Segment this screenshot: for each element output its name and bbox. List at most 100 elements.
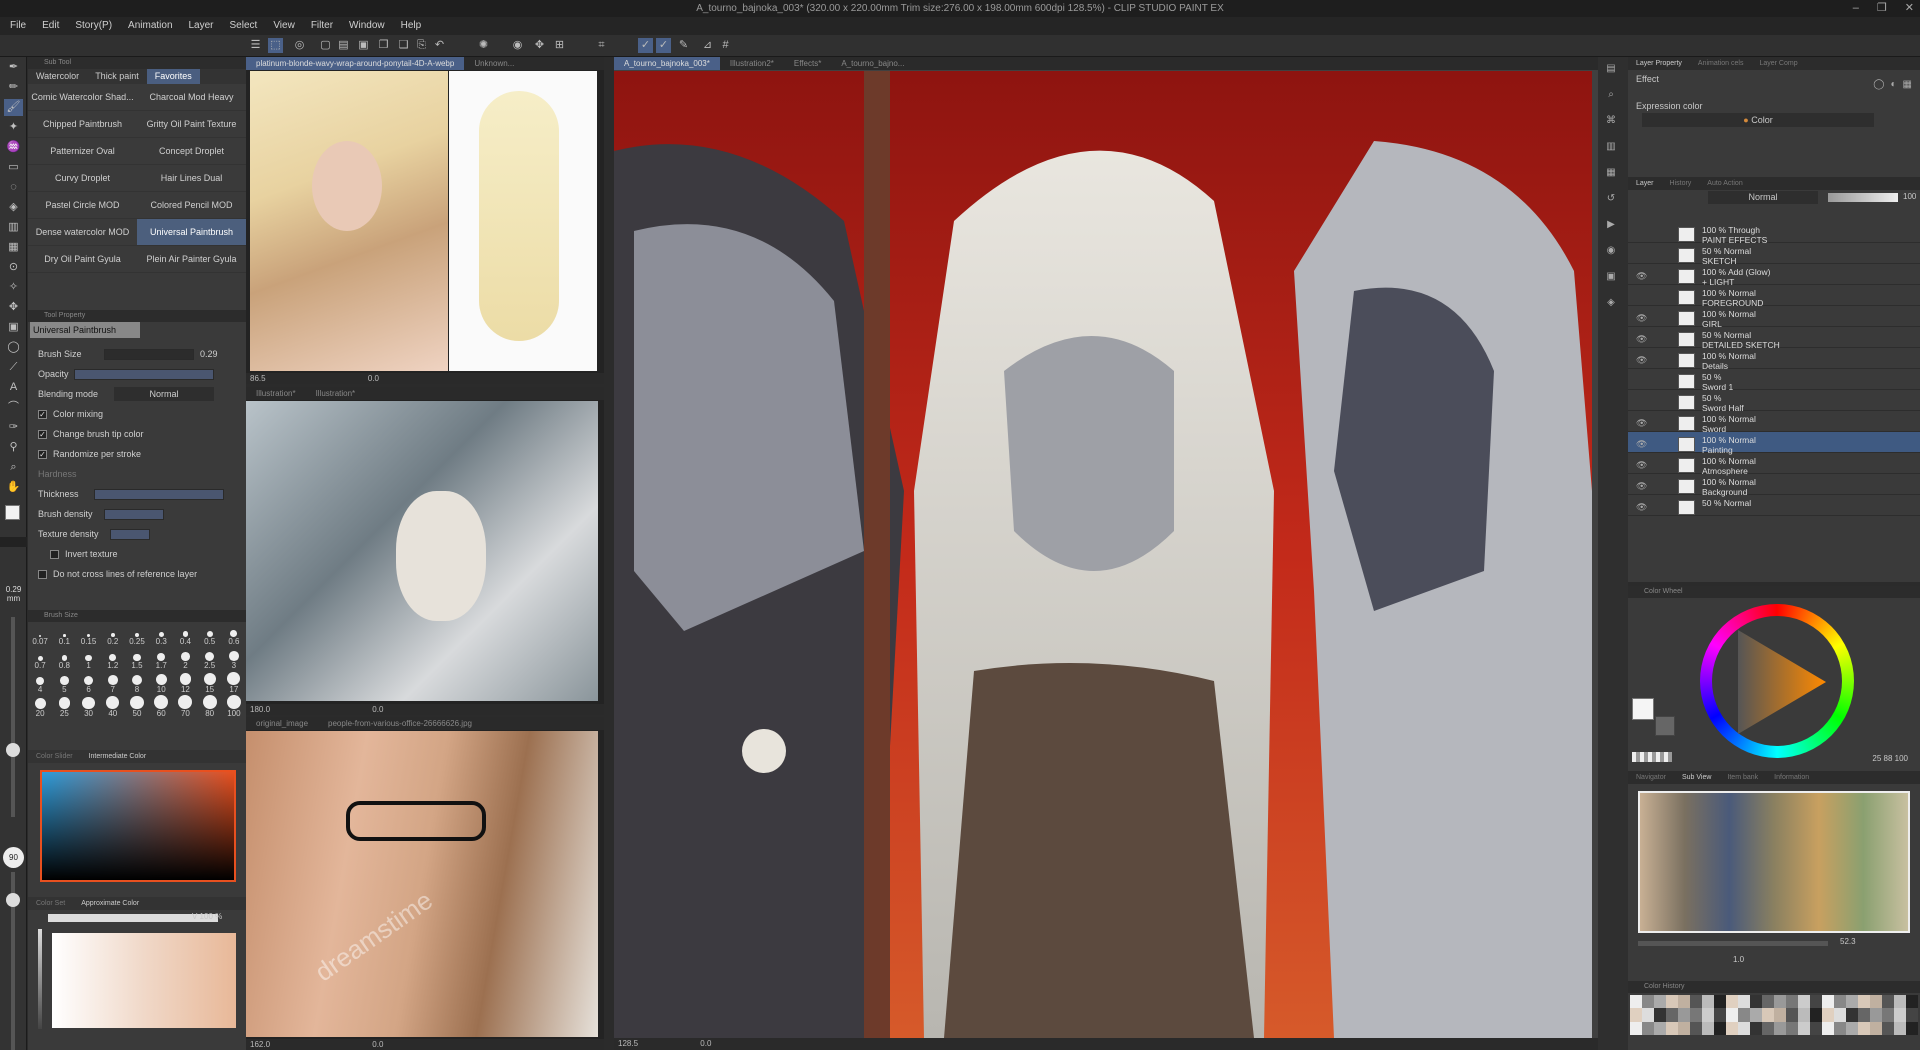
history-swatch[interactable] [1810,1021,1822,1035]
history-icon[interactable]: ↺ [1604,193,1618,207]
sub-view-scroll[interactable] [1638,941,1828,946]
change-tip-checkbox[interactable]: ✓ [38,429,47,439]
layer-row[interactable]: 50 % Sword 1 [1628,369,1920,392]
history-swatch[interactable] [1846,1008,1858,1022]
brush-item[interactable]: Colored Pencil MOD [137,192,246,219]
history-swatch[interactable] [1810,995,1822,1009]
history-swatch[interactable] [1726,1021,1738,1035]
history-swatch[interactable] [1798,1008,1810,1022]
history-swatch[interactable] [1666,1021,1678,1035]
tone-effect-icon[interactable]: ◐ [1891,79,1897,90]
history-swatch[interactable] [1666,995,1678,1009]
blending-select[interactable]: Normal [114,387,214,401]
brush-size-preset[interactable]: 1.7 [149,646,173,670]
settings-icon[interactable]: ✺ [476,38,491,53]
grid-icon[interactable]: ⊞ [552,38,567,53]
history-swatch[interactable] [1870,1008,1882,1022]
size-slider-handle[interactable] [6,743,20,757]
history-swatch[interactable] [1846,1021,1858,1035]
balloon-tool-icon[interactable]: ◯ [4,339,23,356]
brush-size-preset[interactable]: 50 [125,694,149,718]
search-layer-icon[interactable]: ⌕ [1604,89,1618,103]
history-swatch[interactable] [1738,1021,1750,1035]
history-swatch[interactable] [1714,995,1726,1009]
brush-item[interactable]: Pastel Circle MOD [28,192,137,219]
history-swatch[interactable] [1798,995,1810,1009]
history-swatch[interactable] [1750,1021,1762,1035]
tab-sub-view[interactable]: Sub View [1674,771,1719,784]
brush-density-slider[interactable] [104,508,164,520]
ruler-icon[interactable]: ✓ [638,38,653,53]
history-swatch[interactable] [1834,1008,1846,1022]
brush-size-preset[interactable]: 2.5 [198,646,222,670]
transform-icon[interactable]: ✥ [532,38,547,53]
animation-icon[interactable]: ⌘ [1604,115,1618,129]
history-swatch[interactable] [1714,1008,1726,1022]
layer-row[interactable]: 50 % Sword Half [1628,390,1920,413]
tab-auto-action[interactable]: Auto Action [1699,177,1750,190]
eye-icon[interactable]: 👁 [1636,439,1647,450]
saturation-triangle[interactable] [1738,630,1838,734]
history-swatch[interactable] [1822,995,1834,1009]
brush-item[interactable]: Charcoal Mod Heavy [137,84,246,111]
layer-row[interactable]: 👁 50 % Normal DETAILED SKETCH [1628,327,1920,350]
history-swatch[interactable] [1630,995,1642,1009]
brush-size-preset[interactable]: 0.6 [222,622,246,646]
history-swatch[interactable] [1690,1008,1702,1022]
history-swatch[interactable] [1858,1021,1870,1035]
brush-size-preset[interactable]: 0.4 [173,622,197,646]
blend-mode-select[interactable]: Normal [1708,191,1818,204]
history-swatch[interactable] [1774,1021,1786,1035]
canvas-tab[interactable]: Illustration2* [720,57,784,70]
layer-property-icon[interactable]: ▤ [1604,63,1618,77]
brush-size-preset[interactable]: 0.25 [125,622,149,646]
target-icon[interactable]: ◎ [292,38,307,53]
tab-thick-paint[interactable]: Thick paint [87,69,147,84]
tab-navigator[interactable]: Navigator [1628,771,1674,784]
eye-icon[interactable]: 👁 [1636,502,1647,513]
tab-layer[interactable]: Layer [1628,177,1662,190]
history-swatch[interactable] [1642,1008,1654,1022]
menu-animation[interactable]: Animation [128,17,172,35]
menu-layer[interactable]: Layer [189,17,214,35]
brush-size-preset[interactable]: 80 [198,694,222,718]
eye-icon[interactable] [1636,250,1647,261]
brush-size-preset[interactable]: 17 [222,670,246,694]
brush-size-preset[interactable]: 0.1 [52,622,76,646]
canvas-tab[interactable]: Effects* [784,57,831,70]
history-swatch[interactable] [1678,995,1690,1009]
menu-file[interactable]: File [10,17,26,35]
history-swatch[interactable] [1810,1008,1822,1022]
history-swatch[interactable] [1726,1008,1738,1022]
history-swatch[interactable] [1654,995,1666,1009]
eye-icon[interactable] [1636,229,1647,240]
maximize-button[interactable]: ❐ [1877,0,1887,17]
history-swatch[interactable] [1786,1008,1798,1022]
brush-size-slider[interactable] [104,348,194,360]
brush-size-preset[interactable]: 40 [101,694,125,718]
history-swatch[interactable] [1906,1021,1918,1035]
brush-size-preset[interactable]: 12 [173,670,197,694]
history-swatch[interactable] [1750,1008,1762,1022]
snap-special-icon[interactable]: ⊿ [700,38,715,53]
frame-tool-icon[interactable]: ▣ [4,319,23,336]
size-slider-track[interactable] [11,617,15,817]
eye-icon[interactable]: 👁 [1636,334,1647,345]
menu-select[interactable]: Select [230,17,258,35]
eye-icon[interactable]: 👁 [1636,271,1647,282]
layer-row[interactable]: 100 % Normal FOREGROUND [1628,285,1920,308]
layer-row[interactable]: 👁 100 % Add (Glow) + LIGHT [1628,264,1920,287]
ref-bottom-tab[interactable]: original_image [246,717,318,730]
history-swatch[interactable] [1702,1021,1714,1035]
layer-row[interactable]: 👁 100 % Normal Painting [1628,432,1920,455]
ruler-tool-icon[interactable]: ⟋ [4,359,23,376]
ref-bottom-tab-2[interactable]: people-from-various-office-26666626.jpg [318,717,482,730]
history-swatch[interactable] [1666,1008,1678,1022]
history-swatch[interactable] [1858,995,1870,1009]
pen-tool-icon[interactable]: ✒ [4,59,23,76]
brush-size-preset[interactable]: 0.8 [52,646,76,670]
brush-size-preset[interactable]: 1 [76,646,100,670]
ref-top-tab[interactable]: platinum-blonde-wavy-wrap-around-ponytai… [246,57,465,70]
history-swatch[interactable] [1762,995,1774,1009]
history-swatch[interactable] [1738,995,1750,1009]
